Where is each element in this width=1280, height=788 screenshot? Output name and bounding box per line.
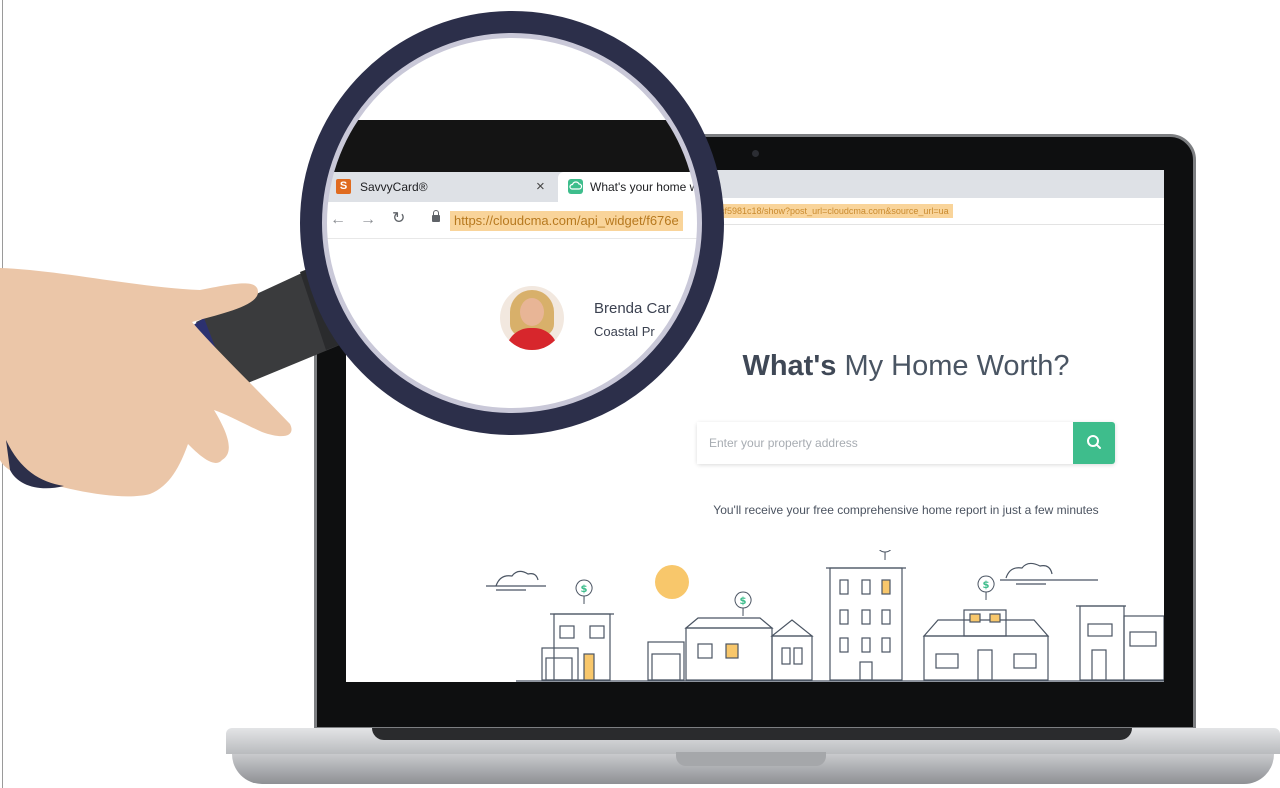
search-button[interactable] xyxy=(1073,422,1115,464)
sun-icon xyxy=(655,565,689,599)
agent-name: Brenda Car xyxy=(594,300,671,317)
laptop-opening-notch xyxy=(676,752,826,766)
svg-text:$: $ xyxy=(581,584,588,595)
search-icon xyxy=(1087,435,1101,449)
headline-suffix: My Home Worth? xyxy=(844,350,1070,382)
tab-savvycard[interactable]: S SavvyCard® × xyxy=(332,172,558,202)
cloudcma-favicon-icon xyxy=(568,179,583,194)
cloud-icon xyxy=(1000,562,1098,585)
agent-avatar xyxy=(500,286,564,350)
tagline: You'll receive your free comprehensive h… xyxy=(666,503,1146,517)
cloud-icon xyxy=(486,570,546,591)
tab-title-home-worth: What's your home w xyxy=(590,180,699,194)
laptop-hinge xyxy=(372,728,1132,740)
agent-company: Coastal Pr xyxy=(594,324,655,339)
dollar-location-marker-icon: $ xyxy=(575,579,593,605)
back-arrow-icon[interactable]: ← xyxy=(330,212,346,228)
dollar-location-marker-icon: $ xyxy=(734,591,752,617)
tagline-suffix: home report in just a few minutes xyxy=(921,503,1099,517)
address-search-bar xyxy=(697,422,1115,464)
hand-icon xyxy=(0,268,292,497)
headline-prefix: What's xyxy=(742,350,837,382)
dollar-location-marker-icon: $ xyxy=(879,550,891,561)
neighborhood-illustration: $ $ $ $ xyxy=(486,550,1164,682)
reload-icon[interactable]: ↻ xyxy=(392,211,405,227)
savvycard-favicon: S xyxy=(336,179,351,194)
lock-icon xyxy=(432,215,440,222)
tab-close-icon[interactable]: × xyxy=(536,178,545,195)
page-headline: What's My Home Worth? xyxy=(726,350,1086,383)
avatar-face xyxy=(520,298,544,326)
tagline-prefix: You'll receive your free comprehensive xyxy=(713,503,919,517)
address-bar-url[interactable]: https://cloudcma.com/api_widget/f676e xyxy=(450,211,683,231)
svg-text:$: $ xyxy=(740,596,747,607)
magnified-content: S SavvyCard® × What's your home w ← → ↻ … xyxy=(324,35,700,411)
svg-text:$: $ xyxy=(983,580,990,591)
svg-text:$: $ xyxy=(882,550,889,551)
tab-title-savvycard: SavvyCard® xyxy=(360,180,428,194)
magnifying-lens: S SavvyCard® × What's your home w ← → ↻ … xyxy=(300,11,724,435)
forward-arrow-icon[interactable]: → xyxy=(360,212,376,228)
tab-home-worth[interactable]: What's your home w xyxy=(558,172,700,202)
laptop-camera xyxy=(752,150,759,157)
magnified-bezel xyxy=(324,120,700,172)
dollar-location-marker-icon: $ xyxy=(977,575,995,601)
property-address-input[interactable] xyxy=(697,422,1073,464)
address-bar-url-tail[interactable]: cf5981c18/show?post_url=cloudcma.com&sou… xyxy=(716,204,953,218)
lock-shackle-icon xyxy=(433,210,439,216)
favicon-letter: S xyxy=(339,180,348,192)
